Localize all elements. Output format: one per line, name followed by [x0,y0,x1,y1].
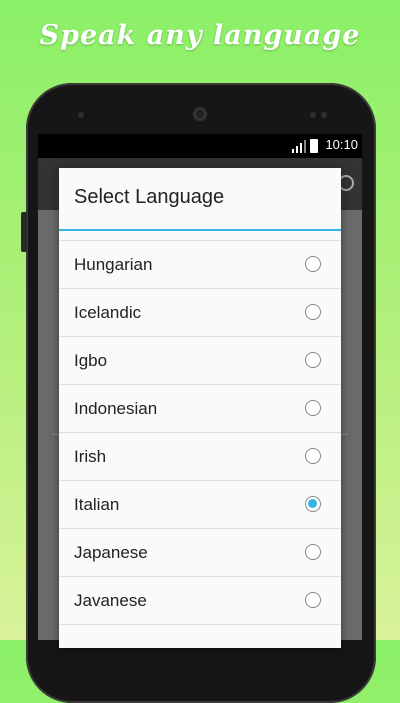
radio-button[interactable] [305,448,321,464]
language-label: Italian [74,495,120,514]
language-label: Igbo [74,351,108,370]
radio-button[interactable] [305,400,321,416]
language-label: Indonesian [74,399,158,418]
radio-button[interactable] [305,256,321,272]
language-label: Hungarian [74,255,153,274]
language-option-selected[interactable]: Italian [59,480,341,528]
signal-icon [292,140,306,153]
battery-icon [310,139,318,153]
radio-button-selected[interactable] [305,496,321,512]
sensor-dot-left [78,112,84,118]
dialog-title: Select Language [74,186,225,208]
language-list: Hungarian Icelandic Igbo Indonesian Iris… [59,240,341,672]
status-time: 10:10 [325,137,358,152]
radio-button[interactable] [305,304,321,320]
radio-button[interactable] [305,592,321,608]
select-language-dialog: Select Language Hungarian Icelandic Igbo… [59,168,341,648]
language-option[interactable]: Hungarian [59,240,341,288]
language-option[interactable]: Irish [59,432,341,480]
language-label: Icelandic [74,303,142,322]
tagline: Speak any language [39,20,361,51]
language-option[interactable]: Japanese [59,528,341,576]
language-label: Japanese [74,543,148,562]
front-camera-icon [193,107,207,121]
status-bar: 10:10 [38,134,362,158]
language-label: Irish [74,447,107,466]
language-option[interactable]: Igbo [59,336,341,384]
title-divider [59,229,341,231]
language-option[interactable]: Javanese [59,576,341,624]
language-label: Javanese [74,591,147,610]
radio-button[interactable] [305,352,321,368]
side-button [21,212,27,252]
language-option[interactable]: Icelandic [59,288,341,336]
sensor-dot-right-2 [321,112,327,118]
language-option[interactable] [59,624,341,672]
radio-button[interactable] [305,544,321,560]
sensor-dot-right [310,112,316,118]
language-option[interactable]: Indonesian [59,384,341,432]
